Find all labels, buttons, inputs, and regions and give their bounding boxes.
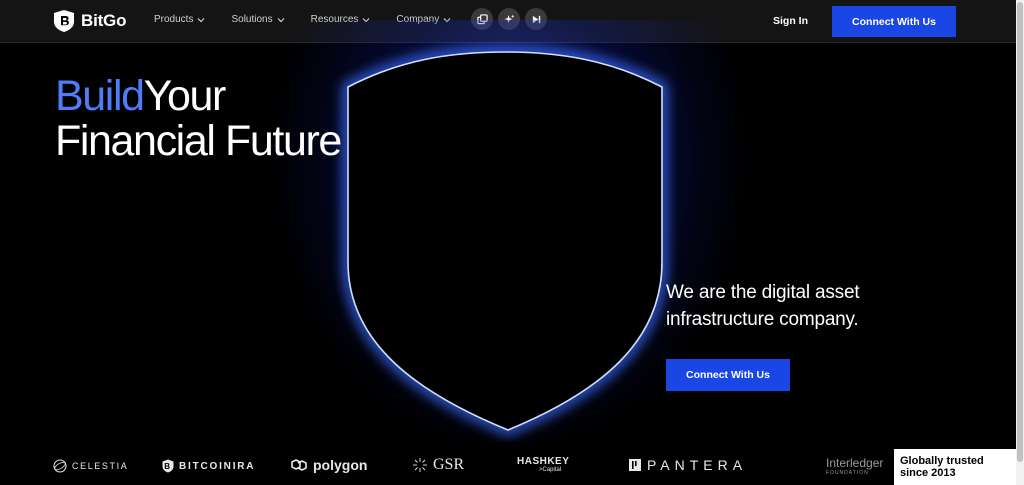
globally-trusted-badge: Globally trusted since 2013 [894, 449, 1016, 485]
subline-1: We are the digital asset [666, 282, 860, 303]
bitcoinira-logo[interactable]: B BITCOINIRA [162, 459, 255, 473]
hero-subheadline: We are the digital asset infrastructure … [666, 279, 860, 333]
partner-name: Interledger [826, 456, 884, 470]
gsr-logo[interactable]: GSR [412, 456, 464, 474]
headline-rest: Your [143, 72, 227, 120]
glowing-shield-graphic [343, 46, 667, 436]
partner-subname: FOUNDATION [826, 470, 869, 476]
pantera-icon [629, 459, 641, 471]
partner-name: HASHKEY [517, 456, 570, 467]
vertical-scrollbar[interactable] [1016, 0, 1024, 485]
logo-text: BitGo [81, 11, 127, 30]
polygon-logo[interactable]: polygon [290, 457, 367, 473]
partner-subname: >Capital [539, 467, 562, 473]
headline-accent: Build [55, 72, 145, 120]
subline-2: infrastructure company. [666, 309, 859, 330]
scrollbar-thumb[interactable] [1017, 2, 1023, 462]
hashkey-logo[interactable]: HASHKEY >Capital [517, 456, 569, 473]
nav-products[interactable]: Products [154, 14, 205, 25]
pantera-logo[interactable]: PANTERA [628, 457, 747, 473]
partner-name: CELESTIA [72, 461, 129, 471]
celestia-icon [53, 459, 67, 473]
shield-logo-icon [54, 10, 74, 32]
partner-name: GSR [433, 456, 465, 473]
celestia-logo[interactable]: CELESTIA [53, 459, 128, 473]
nav-label: Products [154, 14, 194, 25]
hero-connect-button[interactable]: Connect With Us [666, 359, 790, 391]
hero-headline: BuildYour Financial Future [55, 72, 342, 165]
chevron-down-icon [198, 17, 205, 22]
bitgo-logo[interactable]: BitGo [53, 9, 126, 33]
interledger-logo[interactable]: Interledger FOUNDATION [826, 456, 883, 476]
partner-name: polygon [313, 457, 368, 473]
partner-logo-strip: CELESTIA B BITCOINIRA polygon GSR HASHKE… [0, 449, 1016, 485]
badge-line-2: since 2013 [900, 467, 956, 479]
headline-line-2: Financial Future [55, 117, 342, 165]
connect-with-us-button[interactable]: Connect With Us [832, 6, 956, 37]
sign-in-link[interactable]: Sign In [773, 15, 808, 27]
svg-text:B: B [164, 462, 172, 471]
badge-line-1: Globally trusted [900, 455, 984, 467]
partner-name: PANTERA [647, 457, 748, 473]
gsr-sunburst-icon [413, 458, 427, 472]
polygon-icon [291, 459, 307, 471]
partner-name: BITCOINIRA [179, 460, 256, 472]
page: BitGo Products Solutions Resources Compa… [0, 0, 1016, 485]
bitcoinira-icon: B [162, 459, 174, 473]
